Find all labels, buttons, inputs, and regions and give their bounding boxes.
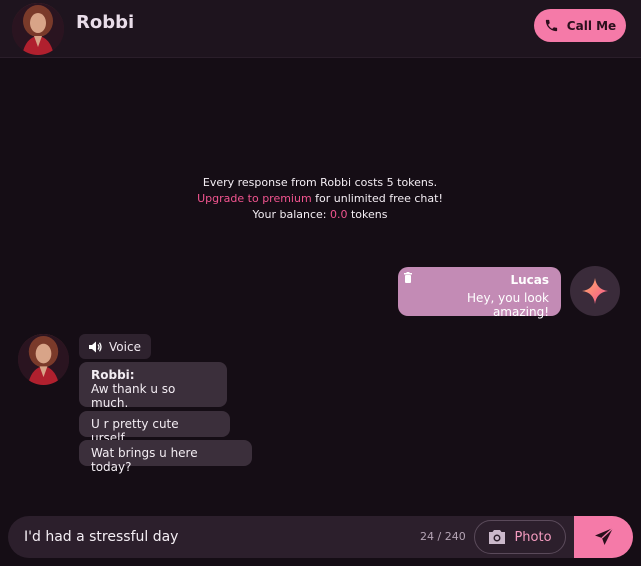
balance-line: Your balance: 0.0 tokens — [120, 207, 520, 223]
voice-label: Voice — [109, 339, 141, 354]
call-me-button[interactable]: Call Me — [534, 9, 626, 42]
sparkle-icon — [582, 278, 608, 304]
photo-button[interactable]: Photo — [474, 520, 566, 554]
message-input[interactable] — [24, 527, 404, 547]
bot-message-text: Aw thank u so much. — [91, 382, 176, 410]
upgrade-line-rest: for unlimited free chat! — [311, 192, 443, 205]
token-notice: Every response from Robbi costs 5 tokens… — [120, 175, 520, 223]
upgrade-line: Upgrade to premium for unlimited free ch… — [120, 191, 520, 207]
balance-prefix: Your balance: — [252, 208, 330, 221]
call-me-label: Call Me — [566, 18, 617, 33]
bot-message: U r pretty cute urself. — [79, 411, 230, 445]
speaker-icon — [89, 341, 102, 352]
photo-label: Photo — [514, 529, 552, 545]
balance-value: 0.0 — [330, 208, 348, 221]
chat-header: Robbi Call Me — [0, 0, 641, 58]
send-button[interactable] — [574, 516, 633, 558]
avatar[interactable] — [12, 3, 64, 55]
user-sender: Lucas — [510, 273, 549, 287]
bot-avatar[interactable] — [18, 334, 69, 385]
bot-message-text: Wat brings u here today? — [91, 446, 198, 474]
user-message-text: Hey, you look amazing! — [467, 291, 549, 319]
bot-sender: Robbi: — [91, 368, 135, 382]
voice-button[interactable]: Voice — [79, 334, 151, 359]
send-icon — [594, 527, 613, 545]
sparkle-button[interactable] — [570, 266, 620, 316]
message-composer: 24 / 240 Photo — [8, 516, 633, 558]
balance-suffix: tokens — [347, 208, 388, 221]
trash-icon[interactable] — [403, 272, 413, 283]
bot-message: Wat brings u here today? — [79, 440, 252, 474]
phone-icon — [545, 19, 557, 32]
upgrade-link[interactable]: Upgrade to premium — [197, 192, 312, 205]
character-counter: 24 / 240 — [420, 530, 466, 543]
user-message: Lucas Hey, you look amazing! — [398, 267, 561, 319]
bot-message: Robbi: Aw thank u so much. — [79, 362, 227, 410]
camera-icon — [489, 530, 506, 544]
cost-line: Every response from Robbi costs 5 tokens… — [202, 176, 438, 189]
page-title: Robbi — [76, 12, 135, 33]
